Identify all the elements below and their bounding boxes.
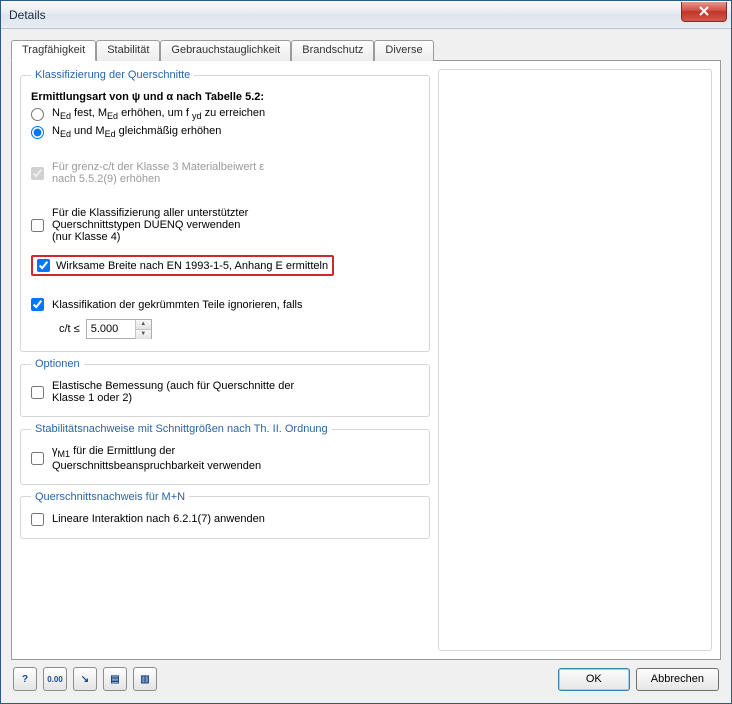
cb-epsilon	[31, 167, 44, 180]
help-icon: ?	[22, 674, 28, 685]
group-classify-legend: Klassifizierung der Querschnitte	[31, 69, 194, 81]
cb-gamma-row[interactable]: γM1 für die Ermittlung der Querschnittsb…	[31, 443, 419, 473]
cb-duenq-label: Für die Klassifizierung aller unterstütz…	[52, 207, 248, 243]
cb-ignore-curved[interactable]	[31, 298, 44, 311]
group-mn-legend: Querschnittsnachweis für M+N	[31, 491, 189, 503]
cb-elastic-row[interactable]: Elastische Bemessung (auch für Querschni…	[31, 378, 419, 406]
cb-epsilon-row: Für grenz-c/t der Klasse 3 Materialbeiwe…	[31, 159, 419, 187]
client-area: Tragfähigkeit Stabilität Gebrauchstaugli…	[1, 29, 731, 703]
effective-width-highlight: Wirksame Breite nach EN 1993-1-5, Anhang…	[31, 255, 334, 276]
tab-stabilitaet[interactable]: Stabilität	[96, 40, 160, 61]
cb-gamma-m1[interactable]	[31, 452, 44, 465]
radio-ned-fixed-label: NEd fest, MEd erhöhen, um f yd zu erreic…	[52, 107, 265, 121]
tab-diverse[interactable]: Diverse	[374, 40, 433, 61]
ct-row: c/t ≤ ▲ ▼	[31, 317, 419, 341]
radio-ned-fixed[interactable]	[31, 108, 44, 121]
classify-subhead: Ermittlungsart von ψ und α nach Tabelle …	[31, 89, 419, 105]
preview-panel	[438, 69, 712, 651]
radio-ned-uniform[interactable]	[31, 126, 44, 139]
group-classify: Klassifizierung der Querschnitte Ermittl…	[20, 69, 430, 352]
ct-spin-buttons[interactable]: ▲ ▼	[135, 320, 151, 338]
cb-ignore-curved-label: Klassifikation der gekrümmten Teile igno…	[52, 299, 302, 311]
right-column	[438, 69, 712, 651]
cb-curved-row[interactable]: Klassifikation der gekrümmten Teile igno…	[31, 296, 419, 313]
tool5-button[interactable]: ▥	[133, 667, 157, 691]
radio-ned-uniform-label: NEd und MEd gleichmäßig erhöhen	[52, 125, 221, 139]
tab-gebrauchstauglichkeit[interactable]: Gebrauchstauglichkeit	[160, 40, 291, 61]
cb-effective-width-label: Wirksame Breite nach EN 1993-1-5, Anhang…	[56, 260, 328, 272]
tab-brandschutz[interactable]: Brandschutz	[291, 40, 374, 61]
group-mn: Querschnittsnachweis für M+N Lineare Int…	[20, 491, 430, 539]
cb-linear-interaction-label: Lineare Interaktion nach 6.2.1(7) anwend…	[52, 513, 265, 525]
units-button[interactable]: 0.00	[43, 667, 67, 691]
tool4-icon: ▤	[110, 674, 119, 685]
ct-spinner[interactable]: ▲ ▼	[86, 319, 152, 339]
units-icon: 0.00	[47, 675, 63, 684]
ct-input[interactable]	[87, 320, 135, 338]
tool4-button[interactable]: ▤	[103, 667, 127, 691]
cb-linear-row[interactable]: Lineare Interaktion nach 6.2.1(7) anwend…	[31, 511, 419, 528]
tool3-icon: ↘	[81, 674, 89, 685]
ct-label: c/t ≤	[59, 323, 80, 335]
titlebar: Details	[1, 1, 731, 29]
tool3-button[interactable]: ↘	[73, 667, 97, 691]
radio-uniform-row[interactable]: NEd und MEd gleichmäßig erhöhen	[31, 123, 419, 141]
group-stability-legend: Stabilitätsnachweise mit Schnittgrößen n…	[31, 423, 332, 435]
cb-elastic[interactable]	[31, 386, 44, 399]
close-icon	[699, 6, 709, 16]
ok-button[interactable]: OK	[558, 668, 630, 691]
radio-fixed-row[interactable]: NEd fest, MEd erhöhen, um f yd zu erreic…	[31, 105, 419, 123]
tool5-icon: ▥	[140, 674, 149, 685]
window-title: Details	[9, 8, 46, 22]
cb-effwidth-row[interactable]: Wirksame Breite nach EN 1993-1-5, Anhang…	[31, 253, 419, 278]
tab-tragfaehigkeit[interactable]: Tragfähigkeit	[11, 40, 96, 61]
cb-duenq[interactable]	[31, 219, 44, 232]
tab-page: Klassifizierung der Querschnitte Ermittl…	[11, 60, 721, 660]
group-options: Optionen Elastische Bemessung (auch für …	[20, 358, 430, 417]
button-bar: ? 0.00 ↘ ▤ ▥ OK Abbrechen	[11, 660, 721, 693]
cb-gamma-m1-label: γM1 für die Ermittlung der Querschnittsb…	[52, 445, 261, 471]
spin-up-icon[interactable]: ▲	[136, 320, 151, 330]
cb-effective-width[interactable]	[37, 259, 50, 272]
help-button[interactable]: ?	[13, 667, 37, 691]
dialog-window: Details Tragfähigkeit Stabilität Gebrauc…	[0, 0, 732, 704]
cb-elastic-label: Elastische Bemessung (auch für Querschni…	[52, 380, 294, 404]
close-button[interactable]	[681, 2, 727, 22]
cb-linear-interaction[interactable]	[31, 513, 44, 526]
group-options-legend: Optionen	[31, 358, 84, 370]
tab-bar: Tragfähigkeit Stabilität Gebrauchstaugli…	[11, 39, 721, 60]
cancel-button[interactable]: Abbrechen	[636, 668, 719, 691]
group-stability: Stabilitätsnachweise mit Schnittgrößen n…	[20, 423, 430, 484]
cb-duenq-row[interactable]: Für die Klassifizierung aller unterstütz…	[31, 205, 419, 245]
left-column: Klassifizierung der Querschnitte Ermittl…	[20, 69, 430, 651]
cb-epsilon-label: Für grenz-c/t der Klasse 3 Materialbeiwe…	[52, 161, 264, 185]
spin-down-icon[interactable]: ▼	[136, 330, 151, 339]
